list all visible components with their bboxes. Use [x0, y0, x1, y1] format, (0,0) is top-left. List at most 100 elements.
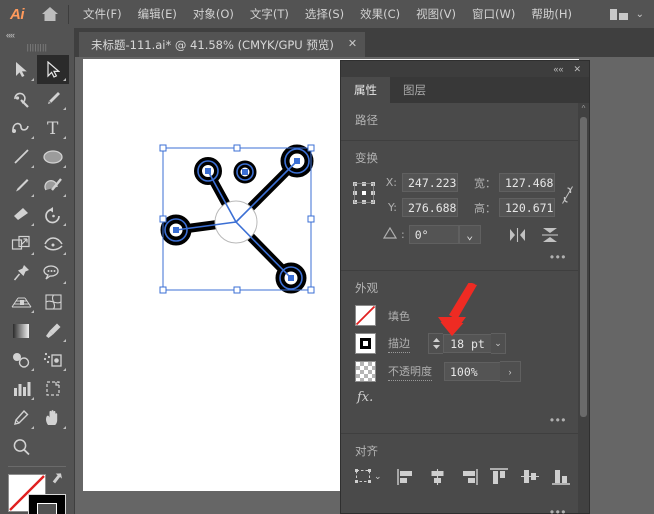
menu-item-help[interactable]: 帮助(H): [523, 2, 580, 26]
toolbar-drag-grip[interactable]: ||||||||: [0, 43, 74, 53]
angle-icon: [382, 226, 398, 244]
align-left-icon[interactable]: [391, 468, 422, 485]
menu-item-file[interactable]: 文件(F): [75, 2, 130, 26]
artboard-tool[interactable]: [37, 374, 69, 403]
illustrator-window: Ai 文件(F) 编辑(E) 对象(O) 文字(T) 选择(S) 效果(C) 视…: [0, 0, 654, 514]
width-tool[interactable]: [37, 229, 69, 258]
svg-text:T: T: [47, 119, 59, 136]
document-tab[interactable]: 未标题-111.ai* @ 41.58% (CMYK/GPU 预览) ✕: [79, 32, 366, 57]
opacity-label[interactable]: 不透明度: [388, 363, 432, 381]
slice-tool[interactable]: [5, 403, 37, 432]
toolbar-divider: [8, 466, 66, 467]
constrain-proportions-icon[interactable]: [561, 173, 574, 210]
align-vertical-center-icon[interactable]: [515, 468, 546, 485]
scroll-thumb[interactable]: [580, 117, 587, 417]
symbol-sprayer-tool[interactable]: [37, 345, 69, 374]
align-to-selection-icon[interactable]: [355, 469, 372, 484]
swap-fill-stroke-icon[interactable]: [52, 472, 68, 491]
menu-item-edit[interactable]: 编辑(E): [130, 2, 185, 26]
align-row: ⌄: [341, 459, 589, 485]
align-bottom-icon[interactable]: [546, 468, 577, 485]
eraser-tool[interactable]: [5, 200, 37, 229]
flip-horizontal-icon[interactable]: [509, 227, 526, 242]
transform-more-options[interactable]: •••: [341, 244, 589, 266]
toolbar-collapse-button[interactable]: ««: [0, 28, 74, 40]
menu-item-view[interactable]: 视图(V): [408, 2, 464, 26]
hand-tool[interactable]: [37, 403, 69, 432]
fill-label: 填色: [388, 309, 410, 323]
angle-row: : 0° ⌄: [341, 217, 589, 244]
tab-layers[interactable]: 图层: [390, 77, 439, 103]
x-field-row: X: 247.223: [383, 173, 458, 192]
y-field-row: Y: 276.688: [383, 198, 458, 217]
magic-wand-tool[interactable]: [5, 84, 37, 113]
type-tool[interactable]: T: [37, 113, 69, 142]
reference-point-grid-icon[interactable]: [353, 173, 383, 213]
align-to-caret[interactable]: ⌄: [374, 471, 382, 482]
stroke-swatch[interactable]: [28, 494, 66, 514]
stroke-weight-dropdown[interactable]: ⌄: [491, 333, 506, 354]
menu-item-type[interactable]: 文字(T): [242, 2, 297, 26]
menu-item-window[interactable]: 窗口(W): [464, 2, 523, 26]
tools-panel: «« |||||||| T: [0, 28, 75, 514]
align-top-icon[interactable]: [484, 468, 515, 485]
appearance-more-options[interactable]: •••: [341, 405, 589, 429]
panel-collapse-icon[interactable]: ««: [553, 64, 563, 74]
home-icon[interactable]: [34, 0, 66, 28]
section-title-appearance: 外观: [355, 281, 378, 295]
align-horizontal-center-icon[interactable]: [422, 468, 453, 485]
x-label: X:: [385, 176, 397, 189]
eyedropper-tool[interactable]: [37, 316, 69, 345]
panel-close-icon[interactable]: ✕: [573, 64, 581, 74]
ellipse-tool[interactable]: [37, 142, 69, 171]
rotate-tool[interactable]: [37, 200, 69, 229]
zoom-tool[interactable]: [5, 432, 37, 461]
align-more-options[interactable]: •••: [341, 485, 589, 514]
free-transform-tool[interactable]: [5, 258, 37, 287]
flip-vertical-icon[interactable]: [541, 227, 558, 243]
gradient-tool[interactable]: [5, 316, 37, 345]
opacity-options-button[interactable]: ›: [500, 361, 521, 382]
curvature-tool[interactable]: [5, 113, 37, 142]
fill-row: 填色: [341, 296, 589, 326]
menu-item-select[interactable]: 选择(S): [297, 2, 352, 26]
pen-tool[interactable]: [37, 84, 69, 113]
fill-none-swatch[interactable]: [355, 305, 376, 326]
section-title-align: 对齐: [355, 444, 378, 458]
align-right-icon[interactable]: [453, 468, 484, 485]
fx-button[interactable]: fx.: [341, 382, 589, 405]
width-input[interactable]: 127.468: [499, 173, 555, 192]
perspective-grid-tool[interactable]: [5, 287, 37, 316]
stroke-row: 描边 18 pt ⌄: [341, 326, 589, 354]
height-label: 高：: [474, 201, 496, 215]
opacity-input[interactable]: 100%: [444, 362, 500, 381]
shape-builder-tool[interactable]: [37, 258, 69, 287]
x-input[interactable]: 247.223: [402, 173, 458, 192]
stroke-label[interactable]: 描边: [388, 335, 410, 353]
tab-properties[interactable]: 属性: [341, 77, 390, 103]
opacity-checker-swatch[interactable]: [355, 361, 376, 382]
stroke-black-swatch[interactable]: [355, 333, 376, 354]
selection-tool[interactable]: [5, 55, 37, 84]
column-graph-tool[interactable]: [5, 374, 37, 403]
direct-selection-tool[interactable]: [37, 55, 69, 84]
line-segment-tool[interactable]: [5, 142, 37, 171]
scroll-up-icon[interactable]: ^: [578, 103, 589, 115]
angle-dropdown[interactable]: ⌄: [458, 225, 481, 244]
close-icon[interactable]: ✕: [348, 39, 357, 50]
angle-input[interactable]: 0°: [408, 225, 459, 244]
scale-tool[interactable]: [5, 229, 37, 258]
panel-scrollbar[interactable]: ^: [578, 103, 589, 513]
blend-tool[interactable]: [5, 345, 37, 374]
stroke-weight-input[interactable]: 18 pt: [443, 334, 491, 353]
shaper-tool[interactable]: [37, 171, 69, 200]
y-input[interactable]: 276.688: [402, 198, 458, 217]
paintbrush-tool[interactable]: [5, 171, 37, 200]
menu-item-object[interactable]: 对象(O): [185, 2, 242, 26]
height-input[interactable]: 120.671: [499, 198, 555, 217]
workspace-switcher[interactable]: ⌄: [610, 8, 654, 20]
opacity-row: 不透明度 100% ›: [341, 354, 589, 382]
stroke-weight-stepper[interactable]: [428, 333, 443, 354]
mesh-tool[interactable]: [37, 287, 69, 316]
menu-item-effect[interactable]: 效果(C): [352, 2, 408, 26]
